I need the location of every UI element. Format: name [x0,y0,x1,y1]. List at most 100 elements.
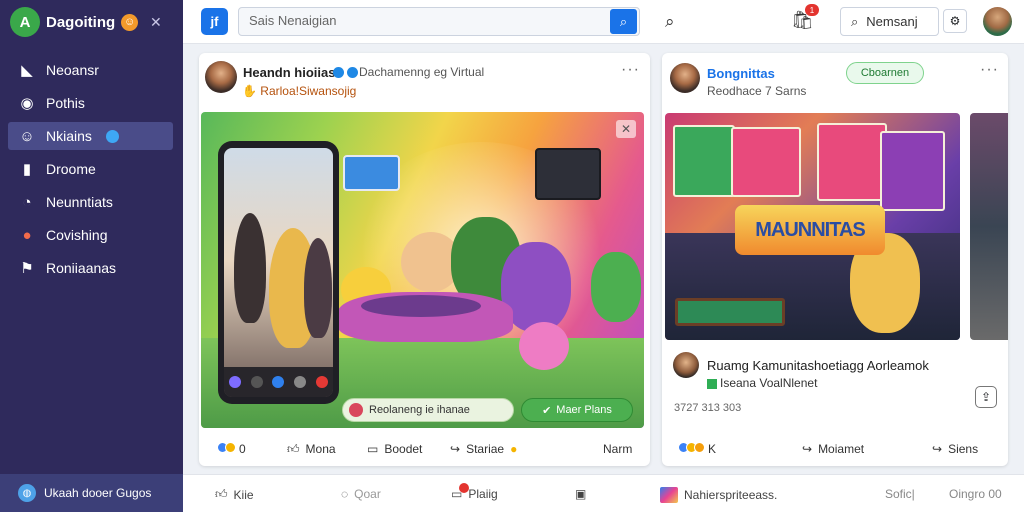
share-button[interactable]: ↪ Siens [932,442,978,456]
magnifier-icon[interactable]: ⌕ [665,12,675,32]
comment-label: Boodet [384,442,423,456]
control-icon [272,376,285,388]
sidebar-item-neunntiats[interactable]: ◔ Neunntiats [8,188,173,216]
share-box-button[interactable]: ⇪ [975,386,997,408]
sidebar-item-neoansr[interactable]: ◣ Neoansr [8,56,173,84]
bottom-item-plaiig[interactable]: ▭ Plaiig [451,483,498,501]
pool-table [675,298,785,326]
brand-logo-icon: A [10,7,40,37]
verified-icon [347,67,358,78]
sidebar-item-covishing[interactable]: ● Covishing [8,221,173,249]
caption-subtitle: Iseana VoalNlenet [707,376,817,390]
message-icon: ☺ [19,127,35,145]
thumbs-up-icon: 👍︎ [215,487,228,501]
bottom-item-qoar[interactable]: ◌ Qoar [341,487,381,501]
app-link-label: Reolaneng ie ihanae [369,404,470,416]
pink-bear-figure [519,322,569,370]
sidebar-nav: ◣ Neoansr ◉ Pothis ☺ Nkiains ▮ Droome ◔ … [8,56,173,287]
reaction-count: K [708,442,717,456]
close-icon[interactable]: ✕ [150,14,162,31]
close-icon[interactable]: ✕ [616,120,636,138]
clock-icon: ◔ [22,193,32,211]
comment-button[interactable]: ▭ Boodet [367,442,422,456]
reactions[interactable]: 0 [217,442,246,456]
verified-icon [333,67,344,78]
sidebar: A Dagoiting ☺ ✕ ◣ Neoansr ◉ Pothis ☺ Nki… [0,0,183,512]
red-circle-icon: ● [22,226,32,244]
post-tag-label: Rarloa!Siwansojig [260,84,357,98]
gallery-icon [660,487,678,503]
phone-mockup [218,141,339,404]
caption-subtitle-label: Iseana VoalNlenet [720,376,818,390]
share-button[interactable]: ↪ Stariae ● [450,442,517,456]
sidebar-item-nkiains[interactable]: ☺ Nkiains [8,122,173,150]
post-image[interactable]: ✕ Reolaneng ie ihanae ✔ Maer Plans [201,112,644,428]
person-figure [234,213,266,323]
gear-icon: ⚙ [949,14,961,28]
next-post-preview[interactable] [970,113,1008,340]
bottom-item-label: Qoar [354,487,381,501]
notification-badge [459,483,469,493]
post-author-avatar[interactable] [205,61,237,93]
bottom-item-media[interactable]: ▣ [575,487,586,501]
thumbs-up-icon: 👍︎ [287,441,300,456]
bottom-bar: 👍︎ Kiie ◌ Qoar ▭ Plaiig ▣ Nahierspriteea… [183,474,1024,512]
maer-plans-button[interactable]: ✔ Maer Plans [521,398,633,422]
avatar[interactable] [983,7,1012,36]
search-icon: ⌕ [851,13,859,29]
bottom-item-label: Nahierspriteeass. [684,488,778,502]
search-button[interactable]: ⌕ [610,9,637,34]
comment-icon: ◌ [341,487,349,501]
circle-play-icon: ◉ [20,95,34,112]
control-icon [294,376,307,388]
like-button[interactable]: 👍︎ Mona [287,442,336,457]
cart-badge: 1 [805,4,819,16]
image-icon: ▣ [575,487,587,501]
bookmark-icon: ◣ [21,62,33,79]
post-image[interactable]: MAUNNITAS [665,113,960,340]
sidebar-item-label: Neunntiats [46,194,113,210]
more-actions[interactable]: Narm [603,442,632,456]
brand[interactable]: A Dagoiting ☺ [10,7,139,37]
post-author-avatar[interactable] [670,63,700,93]
caption-avatar[interactable] [673,352,699,378]
poster [880,131,945,211]
bottom-item-oingro[interactable]: Oingro 00 [949,487,1002,501]
maer-plans-label: Maer Plans [556,404,612,416]
sidebar-item-droome[interactable]: ▮ Droome [8,155,173,183]
follow-button[interactable]: Cboarnen [846,62,924,84]
reaction-count: 0 [239,442,246,456]
share-icon: ↪ [932,442,943,456]
green-bear-figure [591,252,641,322]
sidebar-footer-label: Ukaah dooer Gugos [44,486,152,500]
bottom-item-label: Plaiig [468,487,498,501]
share-icon: ⇪ [980,390,992,404]
more-options-icon[interactable]: ··· [980,61,999,79]
reactions[interactable]: K [678,442,716,456]
bottom-item-nahierspriteeass[interactable]: Nahierspriteeass. [660,487,777,503]
comment-button[interactable]: ↪ Moiamet [802,442,864,456]
smile-icon: ☺ [121,13,139,31]
share-label: Stariae [466,442,505,456]
post-author[interactable]: Heandn hioiias [243,65,335,80]
people-search[interactable]: ⌕ Nemsanj [840,7,939,36]
sidebar-item-label: Roniiaanas [46,260,117,276]
brand-name: Dagoiting [46,13,116,31]
settings-button[interactable]: ⚙ [943,9,967,33]
sidebar-footer[interactable]: ◍ Ukaah dooer Gugos [0,474,183,512]
bottom-item-kiie[interactable]: 👍︎ Kiie [215,487,254,502]
sidebar-item-roniiaanas[interactable]: ⚑ Roniiaanas [8,254,173,282]
comment-icon: ▭ [367,442,379,456]
post-meta: Dachamenng eg Virtual [359,65,485,79]
app-link-pill[interactable]: Reolaneng ie ihanae [342,398,514,422]
sidebar-item-label: Nkiains [46,128,92,144]
caption-title[interactable]: Ruamg Kamunitashoetiagg Aorleamok [707,358,929,373]
sidebar-item-pothis[interactable]: ◉ Pothis [8,89,173,117]
bottom-item-sofic[interactable]: Sofic| [885,487,915,501]
search-input[interactable]: Sais Nenaigian [238,7,640,36]
poster [731,127,801,197]
post-author[interactable]: Bongnittas [707,66,775,81]
bar-chart-icon: ▮ [22,161,32,178]
more-options-icon[interactable]: ··· [621,61,640,79]
app-icon[interactable]: jf [201,8,228,35]
